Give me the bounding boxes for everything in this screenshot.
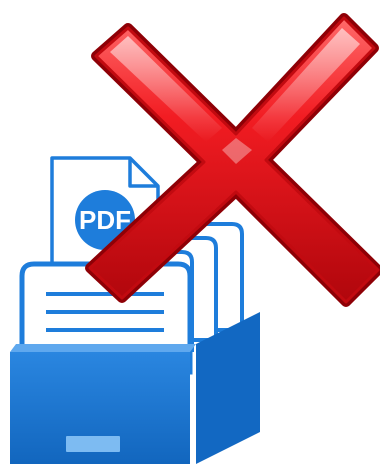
box-front-top-edge [10,344,196,352]
box-label-slot [66,436,120,452]
illustration-canvas: PDF [10,13,380,464]
